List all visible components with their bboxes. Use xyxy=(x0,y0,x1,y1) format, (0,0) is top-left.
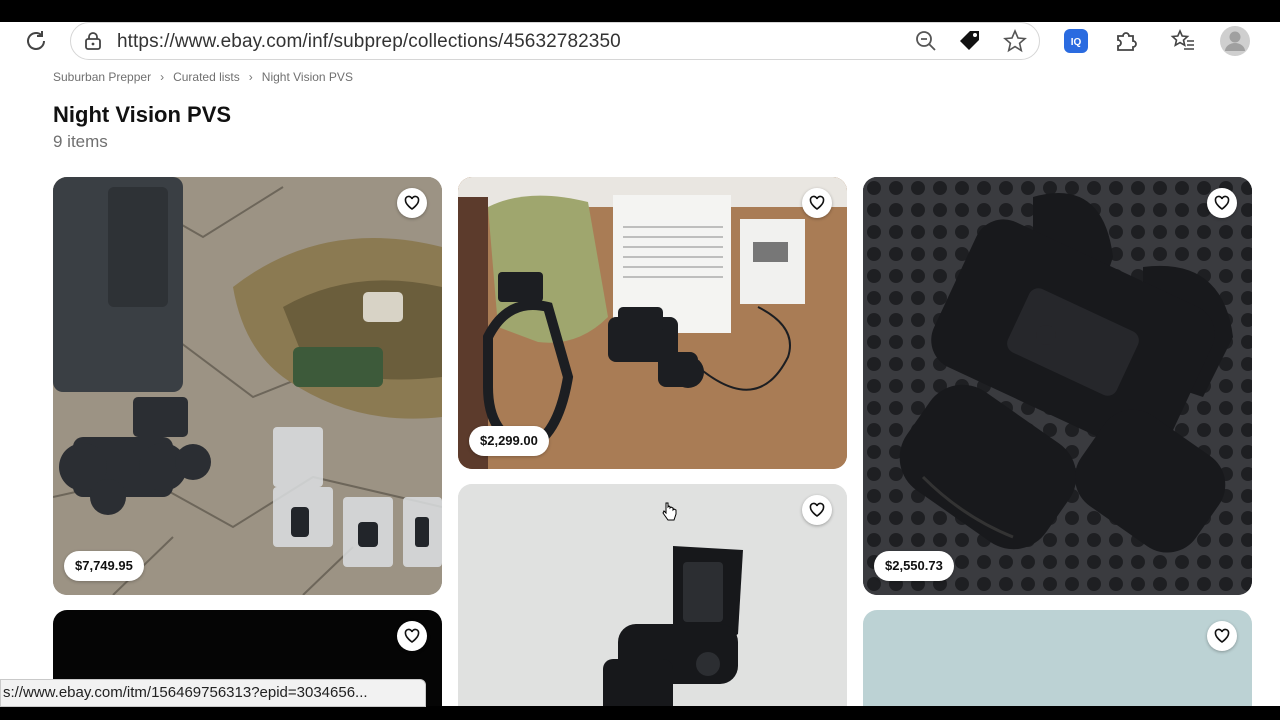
listing-card-1[interactable]: $7,749.95 xyxy=(53,177,442,595)
zoom-out-icon[interactable] xyxy=(913,28,939,54)
item-count: 9 items xyxy=(53,132,108,151)
price-tag-icon[interactable] xyxy=(957,28,983,54)
favorite-button[interactable] xyxy=(397,621,427,651)
favorite-button[interactable] xyxy=(802,495,832,525)
url-text[interactable]: https://www.ebay.com/inf/subprep/collect… xyxy=(117,31,621,53)
listing-card-4[interactable] xyxy=(458,484,847,706)
reload-icon[interactable] xyxy=(22,27,50,55)
price-badge: $2,299.00 xyxy=(469,426,549,456)
collection-page: Suburban Prepper › Curated lists › Night… xyxy=(0,64,1280,706)
listing-card-6[interactable] xyxy=(863,610,1252,706)
price-badge: $7,749.95 xyxy=(64,551,144,581)
heart-icon xyxy=(404,195,420,210)
favorite-button[interactable] xyxy=(1207,188,1237,218)
listing-card-2[interactable]: $2,299.00 xyxy=(458,177,847,469)
iq-extension-icon[interactable]: IQ xyxy=(1063,28,1089,54)
price-badge: $2,550.73 xyxy=(874,551,954,581)
listing-image-1[interactable] xyxy=(53,177,442,595)
browser-toolbar: https://www.ebay.com/inf/subprep/collect… xyxy=(0,22,1280,64)
profile-avatar-icon[interactable] xyxy=(1219,25,1251,57)
breadcrumb-item-current: Night Vision PVS xyxy=(261,70,353,84)
star-icon[interactable] xyxy=(1002,28,1028,54)
breadcrumb-separator: › xyxy=(160,70,165,84)
heart-icon xyxy=(1214,628,1230,643)
breadcrumb-separator: › xyxy=(248,70,253,84)
hand-cursor-icon xyxy=(662,502,677,521)
heart-icon xyxy=(809,502,825,517)
favorite-button[interactable] xyxy=(397,188,427,218)
favorites-list-icon[interactable] xyxy=(1170,28,1196,54)
listing-image-3[interactable] xyxy=(863,177,1252,595)
listing-image-4[interactable] xyxy=(458,484,847,706)
puzzle-icon[interactable] xyxy=(1113,28,1139,54)
address-bar[interactable]: https://www.ebay.com/inf/subprep/collect… xyxy=(70,22,1040,60)
status-bar-url: s://www.ebay.com/itm/156469756313?epid=3… xyxy=(0,679,426,707)
svg-text:IQ: IQ xyxy=(1071,37,1082,48)
lock-icon[interactable] xyxy=(83,31,103,51)
top-black-bar xyxy=(0,0,1280,22)
page-title: Night Vision PVS xyxy=(53,102,232,127)
bottom-black-bar xyxy=(0,707,1280,720)
heart-icon xyxy=(1214,195,1230,210)
favorite-button[interactable] xyxy=(1207,621,1237,651)
heart-icon xyxy=(404,628,420,643)
listing-card-3[interactable]: $2,550.73 xyxy=(863,177,1252,595)
breadcrumb: Suburban Prepper › Curated lists › Night… xyxy=(53,70,353,84)
breadcrumb-item-curated-lists[interactable]: Curated lists xyxy=(173,70,240,84)
favorite-button[interactable] xyxy=(802,188,832,218)
breadcrumb-item-suburban-prepper[interactable]: Suburban Prepper xyxy=(53,70,151,84)
heart-icon xyxy=(809,195,825,210)
